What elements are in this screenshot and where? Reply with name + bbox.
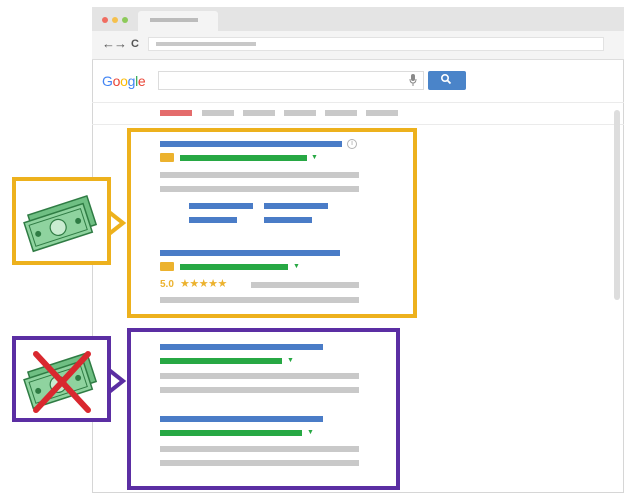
microphone-icon[interactable] bbox=[409, 74, 417, 90]
logo-letter-2: o bbox=[120, 73, 128, 89]
scrollbar[interactable] bbox=[614, 110, 620, 300]
money-icon bbox=[23, 195, 98, 253]
nav-tab-2[interactable] bbox=[202, 110, 234, 116]
no-money-icon bbox=[23, 351, 98, 413]
nav-tab-3[interactable] bbox=[243, 110, 275, 116]
logo-letter-3: g bbox=[127, 73, 136, 89]
tabs-divider bbox=[92, 124, 624, 125]
reload-icon[interactable]: C bbox=[131, 36, 139, 52]
magnifier-glyph bbox=[440, 73, 452, 85]
nav-tab-4[interactable] bbox=[284, 110, 316, 116]
tab-title-placeholder bbox=[150, 18, 198, 22]
nav-tab-all[interactable] bbox=[160, 110, 192, 116]
header-divider bbox=[92, 102, 624, 103]
nav-tab-6[interactable] bbox=[366, 110, 398, 116]
google-logo[interactable]: Google bbox=[102, 72, 146, 90]
logo-letter-5: e bbox=[137, 73, 146, 89]
organic-callout bbox=[12, 336, 111, 422]
minimize-window-dot[interactable] bbox=[112, 17, 118, 23]
search-icon bbox=[440, 73, 452, 90]
paid-callout bbox=[12, 177, 111, 265]
organic-callout-pointer bbox=[107, 368, 127, 394]
maximize-window-dot[interactable] bbox=[122, 17, 128, 23]
microphone-glyph bbox=[409, 74, 417, 86]
paid-results-frame bbox=[127, 128, 417, 318]
logo-letter-0: G bbox=[102, 73, 113, 89]
close-window-dot[interactable] bbox=[102, 17, 108, 23]
organic-results-frame bbox=[127, 328, 400, 490]
forward-icon[interactable]: → bbox=[114, 36, 127, 52]
url-placeholder bbox=[156, 42, 256, 46]
nav-tab-5[interactable] bbox=[325, 110, 357, 116]
logo-letter-1: o bbox=[112, 73, 121, 89]
search-input[interactable] bbox=[158, 71, 424, 90]
paid-callout-pointer bbox=[107, 210, 127, 236]
